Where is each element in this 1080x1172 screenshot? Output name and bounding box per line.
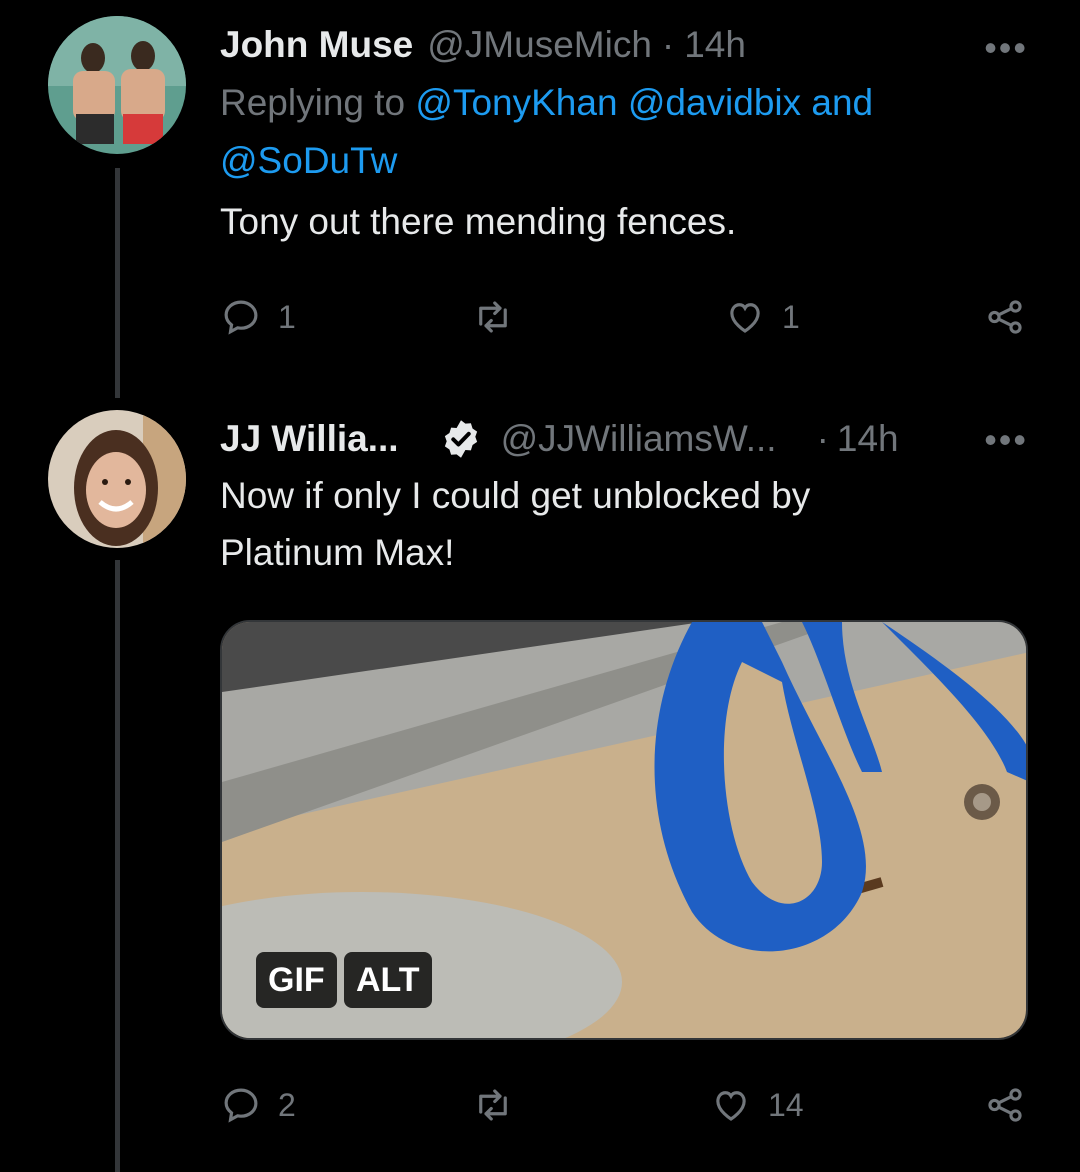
replying-prefix: Replying to [220,82,406,123]
reply-count: 1 [278,298,296,335]
mention-link[interactable]: @TonyKhan [415,82,617,123]
share-button[interactable] [984,296,1026,338]
reply-icon [224,300,258,335]
tweet-header: JJ Willia... @JJWilliamsW... · 14h [220,416,1040,462]
tweet-header: John Muse @JMuseMich · 14h [220,22,1040,68]
share-icon [988,1088,1022,1122]
gif-media[interactable]: GIF ALT [220,620,1028,1040]
display-name[interactable]: John Muse [220,22,413,68]
alt-text-button[interactable]: ALT [344,952,432,1008]
retweet-icon [479,1089,507,1121]
handle[interactable]: @JMuseMich [427,22,652,68]
tweet-text-line: Now if only I could get unblocked by [220,475,811,516]
retweet-icon [479,301,507,333]
heart-icon [716,1091,746,1121]
avatar[interactable] [48,16,186,154]
display-name[interactable]: JJ Willia... [220,416,399,462]
heart-icon [730,303,760,333]
tweet-text-line: Platinum Max! [220,532,455,573]
like-count: 1 [782,298,800,335]
tweet-text: Now if only I could get unblocked by Pla… [220,467,1040,581]
separator-dot: · [661,24,675,65]
avatar[interactable] [48,410,186,548]
share-icon [988,300,1022,334]
replying-and[interactable]: and [811,82,873,123]
mention-link[interactable]: @davidbix [628,82,801,123]
like-count: 14 [768,1086,804,1123]
retweet-button[interactable] [472,296,530,338]
share-button[interactable] [984,1084,1026,1126]
timestamp[interactable]: 14h [684,22,746,68]
verified-badge-icon [439,417,483,461]
avatar-image [48,16,186,154]
handle[interactable]: @JJWilliamsW... [501,416,777,462]
tweet[interactable]: ••• John Muse @JMuseMich · 14h Replying … [0,0,1080,400]
like-button[interactable]: 14 [710,1084,804,1126]
mention-link[interactable]: @SoDuTw [220,140,397,181]
reply-button[interactable]: 2 [220,1084,296,1126]
avatar-image [48,410,186,548]
separator-dot: · [816,418,829,459]
tweet-text: Tony out there mending fences. [220,201,737,242]
timestamp[interactable]: 14h [837,416,899,462]
retweet-button[interactable] [472,1084,530,1126]
replying-to: Replying to @TonyKhan @davidbix and @SoD… [220,74,1040,190]
reply-button[interactable]: 1 [220,296,296,338]
gif-image [222,622,1026,1038]
like-button[interactable]: 1 [724,296,800,338]
reply-count: 2 [278,1086,296,1123]
reply-icon [224,1088,258,1123]
gif-badge: GIF [256,952,337,1008]
